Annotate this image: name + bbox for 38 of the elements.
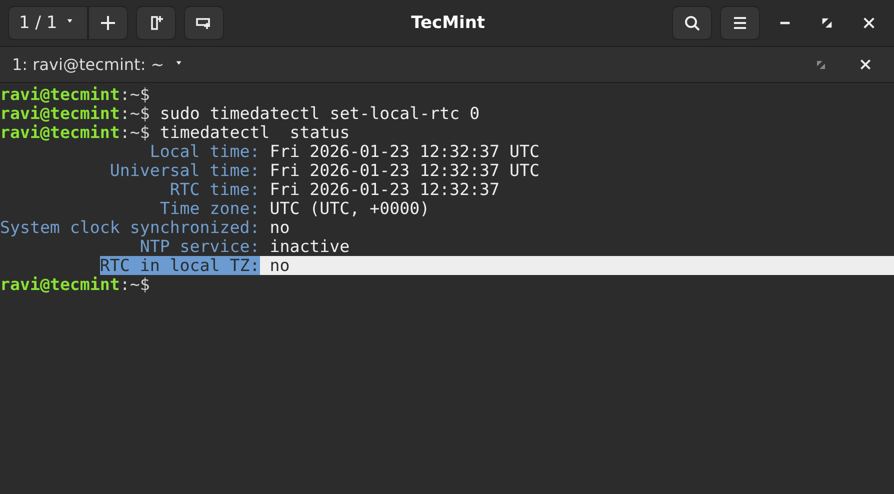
prompt-path: :~$ <box>120 275 150 294</box>
prompt-path: :~$ <box>120 104 150 123</box>
prompt-user: ravi@tecmint <box>0 85 120 104</box>
field-label: RTC in local TZ: <box>100 256 260 275</box>
field-value: inactive <box>268 237 351 256</box>
prompt-path: :~$ <box>120 123 150 142</box>
field-label: NTP service: <box>140 237 260 256</box>
field-label: Local time: <box>150 142 260 161</box>
menu-icon <box>731 14 749 32</box>
field-value: no <box>268 218 291 237</box>
window-title: TecMint <box>410 13 486 33</box>
prompt-user: ravi@tecmint <box>0 275 120 294</box>
close-icon <box>858 58 872 71</box>
maximize-icon <box>820 16 834 30</box>
split-horizontal-button[interactable] <box>184 6 224 40</box>
menu-button[interactable] <box>720 6 760 40</box>
prompt-path: :~$ <box>120 85 150 104</box>
prompt-user: ravi@tecmint <box>0 123 120 142</box>
close-icon <box>862 16 876 30</box>
command-text: timedatectl status <box>158 123 350 142</box>
prompt-user: ravi@tecmint <box>0 104 120 123</box>
maximize-icon <box>815 58 827 70</box>
split-vertical-button[interactable] <box>136 6 176 40</box>
field-value: no <box>260 256 894 275</box>
field-value: Fri 2026-01-23 12:32:37 UTC <box>268 161 540 180</box>
field-value: Fri 2026-01-23 12:32:37 UTC <box>268 142 540 161</box>
search-button[interactable] <box>672 6 712 40</box>
search-icon <box>683 14 701 32</box>
plus-icon <box>99 14 118 32</box>
field-label: System clock synchronized: <box>0 218 260 237</box>
tab-counter-button[interactable]: 1 / 1 <box>8 6 88 40</box>
new-tab-button[interactable] <box>88 6 128 40</box>
field-label: RTC time: <box>170 180 260 199</box>
field-value: UTC (UTC, +0000) <box>268 199 431 218</box>
field-label: Time zone: <box>160 199 260 218</box>
field-value: Fri 2026-01-23 12:32:37 <box>268 180 500 199</box>
command-text: sudo timedatectl set-local-rtc 0 <box>158 104 480 123</box>
field-label: Universal time: <box>110 161 260 180</box>
